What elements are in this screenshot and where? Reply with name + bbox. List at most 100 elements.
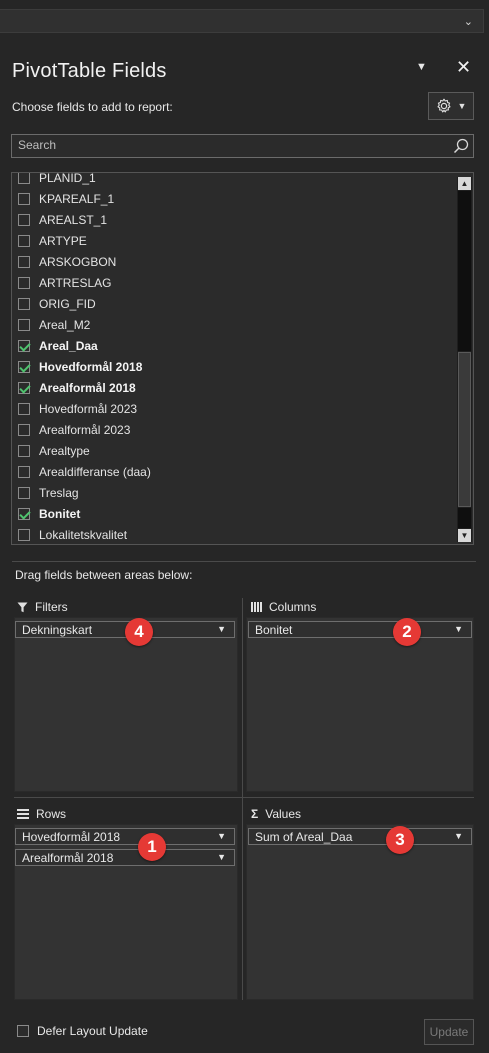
- scroll-track[interactable]: [458, 191, 471, 351]
- scroll-thumb[interactable]: [458, 352, 471, 507]
- field-item[interactable]: AREALST_1: [18, 209, 107, 230]
- field-checkbox[interactable]: [18, 297, 30, 310]
- field-checkbox[interactable]: [18, 423, 30, 436]
- field-item[interactable]: Treslag: [18, 482, 79, 503]
- columns-area[interactable]: [246, 617, 474, 792]
- field-checkbox[interactable]: [18, 486, 30, 499]
- field-label: ARSKOGBON: [39, 254, 117, 269]
- field-label: PLANID_1: [39, 172, 96, 185]
- chevron-down-icon[interactable]: ▼: [454, 831, 463, 841]
- field-list-scrollbar[interactable]: ▲ ▼: [457, 177, 472, 542]
- search-box[interactable]: [11, 134, 474, 158]
- field-label: AREALST_1: [39, 212, 108, 227]
- field-checkbox[interactable]: [18, 234, 30, 247]
- field-checkbox[interactable]: [18, 255, 30, 268]
- field-label: ORIG_FID: [39, 296, 96, 311]
- area-splitter[interactable]: [242, 598, 243, 1000]
- chevron-down-icon[interactable]: ▼: [217, 852, 226, 862]
- field-label: Treslag: [39, 485, 79, 500]
- defer-layout-checkbox[interactable]: [17, 1025, 29, 1037]
- field-label: Arealformål 2023: [39, 422, 131, 437]
- field-checkbox[interactable]: [18, 318, 30, 331]
- filters-header: Filters: [17, 600, 68, 614]
- field-checkbox[interactable]: [18, 213, 30, 226]
- field-label: Hovedformål 2018: [39, 359, 143, 374]
- field-checkbox-checked[interactable]: [18, 360, 30, 373]
- defer-layout-label: Defer Layout Update: [37, 1024, 148, 1038]
- callout-badge: 2: [393, 618, 421, 646]
- field-checkbox-checked[interactable]: [18, 381, 30, 394]
- field-label: ARTRESLAG: [39, 275, 112, 290]
- field-label: Hovedformål 2023: [39, 401, 138, 416]
- settings-button[interactable]: ▼: [428, 92, 474, 120]
- field-checkbox[interactable]: [18, 276, 30, 289]
- scroll-track[interactable]: [458, 508, 471, 528]
- field-item[interactable]: ARTRESLAG: [18, 272, 111, 293]
- chevron-down-icon[interactable]: ▼: [217, 624, 226, 634]
- field-item[interactable]: Arealtype: [18, 440, 90, 461]
- callout-badge: 4: [125, 618, 153, 646]
- field-label: Bonitet: [39, 506, 81, 521]
- rows-header: Rows: [17, 807, 66, 821]
- field-checkbox[interactable]: [18, 402, 30, 415]
- field-item[interactable]: ARSKOGBON: [18, 251, 116, 272]
- field-item[interactable]: Bonitet: [18, 503, 80, 524]
- update-button[interactable]: Update: [424, 1019, 474, 1045]
- chevron-down-icon[interactable]: ▼: [217, 831, 226, 841]
- filters-area[interactable]: [14, 617, 238, 792]
- drag-areas-label: Drag fields between areas below:: [15, 568, 193, 582]
- search-icon[interactable]: [453, 138, 469, 159]
- field-item[interactable]: Areal_Daa: [18, 335, 98, 356]
- field-item[interactable]: Areal_M2: [18, 314, 90, 335]
- field-label: Arealformål 2018: [39, 380, 136, 395]
- field-item[interactable]: Arealformål 2023: [18, 419, 130, 440]
- chevron-down-icon[interactable]: ⌄: [464, 15, 473, 28]
- values-chip[interactable]: Sum of Areal_Daa ▼: [248, 828, 472, 845]
- field-checkbox[interactable]: [18, 444, 30, 457]
- filter-icon: [17, 602, 28, 612]
- field-label: ARTYPE: [39, 233, 87, 248]
- values-header: Σ Values: [251, 807, 301, 821]
- columns-chip[interactable]: Bonitet ▼: [248, 621, 472, 638]
- rows-label: Rows: [36, 807, 67, 821]
- rows-chip-label: Hovedformål 2018: [22, 829, 121, 844]
- pane-title: PivotTable Fields: [12, 60, 167, 82]
- field-checkbox[interactable]: [18, 173, 30, 184]
- field-checkbox[interactable]: [18, 528, 30, 541]
- rows-chip[interactable]: Hovedformål 2018 ▼: [15, 828, 235, 845]
- field-list[interactable]: PLANID_1 KPAREALF_1 AREALST_1 ARTYPE ARSKOGB…: [11, 172, 474, 545]
- filters-chip-label: Dekningskart: [22, 622, 93, 637]
- field-checkbox-checked[interactable]: [18, 507, 30, 520]
- field-item[interactable]: ORIG_FID: [18, 293, 96, 314]
- field-item[interactable]: Lokalitetskvalitet: [18, 524, 128, 544]
- columns-header: Columns: [251, 600, 316, 614]
- defer-layout-option[interactable]: Defer Layout Update: [17, 1024, 148, 1038]
- field-label: Arealdifferanse (daa): [39, 464, 151, 479]
- field-item[interactable]: ARTYPE: [18, 230, 87, 251]
- values-area[interactable]: [246, 824, 474, 1000]
- field-checkbox[interactable]: [18, 192, 30, 205]
- pane-options-chevron-down-icon[interactable]: ▼: [416, 61, 427, 73]
- gear-icon: [436, 98, 451, 113]
- scroll-down-icon[interactable]: ▼: [458, 529, 471, 542]
- filters-label: Filters: [35, 600, 68, 614]
- field-item[interactable]: PLANID_1: [18, 172, 96, 188]
- top-dropdown[interactable]: ⌄: [0, 9, 484, 33]
- field-checkbox-checked[interactable]: [18, 339, 30, 352]
- field-checkbox[interactable]: [18, 465, 30, 478]
- field-label: KPAREALF_1: [39, 191, 115, 206]
- field-item[interactable]: KPAREALF_1: [18, 188, 114, 209]
- field-item[interactable]: Arealformål 2018: [18, 377, 136, 398]
- field-label: Lokalitetskvalitet: [39, 527, 128, 542]
- scroll-up-icon[interactable]: ▲: [458, 177, 471, 190]
- close-icon[interactable]: ✕: [456, 57, 471, 78]
- chevron-down-icon: ▼: [457, 101, 467, 111]
- field-item[interactable]: Arealdifferanse (daa): [18, 461, 151, 482]
- field-item[interactable]: Hovedformål 2023: [18, 398, 137, 419]
- choose-fields-label: Choose fields to add to report:: [12, 100, 173, 114]
- search-input[interactable]: [18, 138, 438, 152]
- field-item[interactable]: Hovedformål 2018: [18, 356, 142, 377]
- rows-chip[interactable]: Arealformål 2018 ▼: [15, 849, 235, 866]
- area-divider: [14, 797, 474, 798]
- chevron-down-icon[interactable]: ▼: [454, 624, 463, 634]
